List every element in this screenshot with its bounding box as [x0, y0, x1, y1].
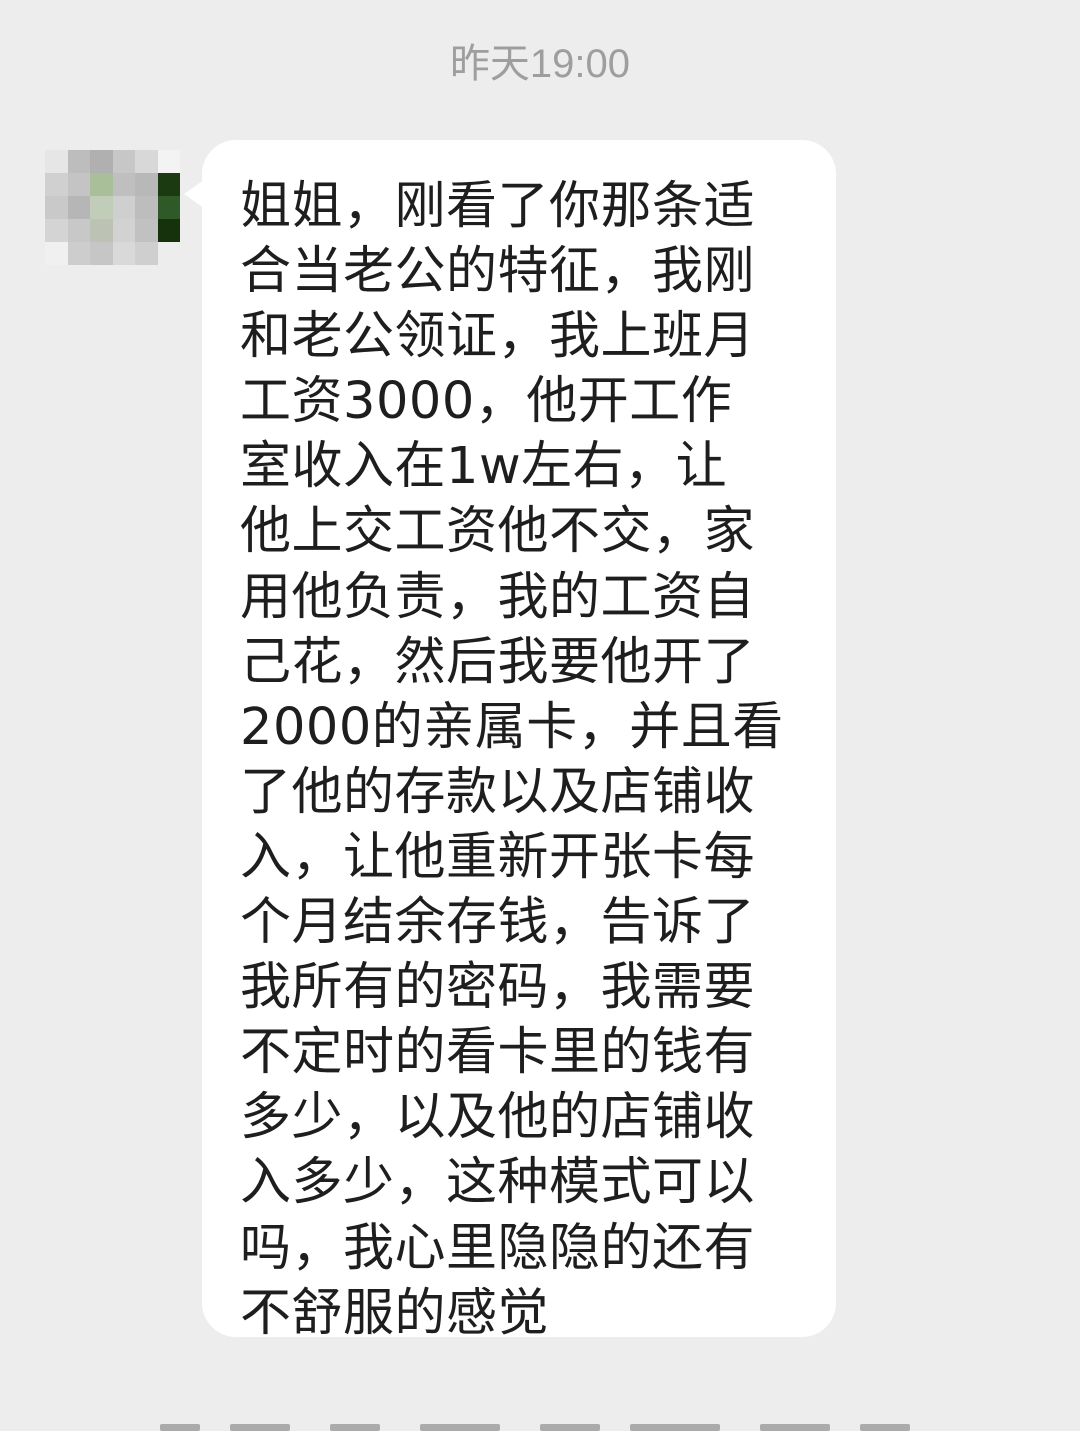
avatar-mosaic-cell: [67, 150, 90, 173]
avatar-mosaic-cell: [135, 196, 158, 219]
avatar-mosaic-cell: [45, 150, 68, 173]
avatar-mosaic-cell: [157, 196, 180, 219]
avatar-mosaic-cell: [135, 173, 158, 196]
avatar-mosaic-cell: [45, 196, 68, 219]
avatar-mosaic-cell: [112, 196, 135, 219]
avatar-mosaic-cell: [90, 196, 113, 219]
avatar-mosaic-cell: [45, 242, 68, 265]
avatar-mosaic-cell: [90, 173, 113, 196]
contact-avatar[interactable]: [45, 150, 180, 265]
avatar-mosaic-cell: [112, 242, 135, 265]
message-bubble[interactable]: 姐姐，刚看了你那条适 合当老公的特征，我刚 和老公领证，我上班月 工资3000，…: [184, 140, 836, 1343]
next-message-cropped: [160, 1418, 920, 1431]
avatar-mosaic-cell: [90, 219, 113, 242]
avatar-mosaic-cell: [157, 150, 180, 173]
avatar-mosaic-cell: [135, 150, 158, 173]
avatar-mosaic-cell: [157, 219, 180, 242]
avatar-mosaic-cell: [67, 219, 90, 242]
avatar-mosaic-cell: [112, 219, 135, 242]
avatar-mosaic-cell: [90, 242, 113, 265]
avatar-mosaic-cell: [67, 242, 90, 265]
avatar-mosaic-cell: [135, 242, 158, 265]
avatar-mosaic-cell: [67, 173, 90, 196]
message-timestamp: 昨天19:00: [449, 42, 631, 86]
chat-conversation: 昨天19:00 姐姐，刚看了你那条适 合当老公的特征，我刚 和老公领证，我上班月…: [0, 0, 1080, 1431]
message-text: 姐姐，刚看了你那条适 合当老公的特征，我刚 和老公领证，我上班月 工资3000，…: [240, 177, 784, 1343]
avatar-mosaic-cell: [45, 173, 68, 196]
avatar-mosaic-cell: [157, 242, 180, 265]
avatar-mosaic-cell: [135, 219, 158, 242]
avatar-mosaic-cell: [157, 173, 180, 196]
avatar-mosaic-cell: [90, 150, 113, 173]
avatar-mosaic-cell: [45, 219, 68, 242]
avatar-mosaic-cell: [112, 173, 135, 196]
avatar-mosaic-cell: [112, 150, 135, 173]
avatar-mosaic-cell: [67, 196, 90, 219]
